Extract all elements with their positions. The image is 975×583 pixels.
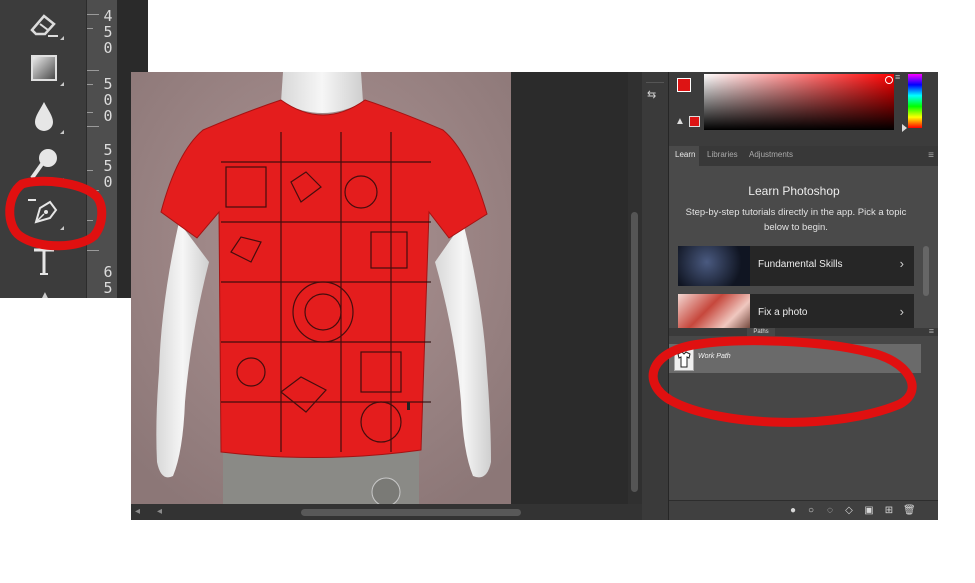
ruler-label: 0 bbox=[103, 91, 113, 109]
chevron-right-icon: › bbox=[899, 304, 904, 319]
more-tools-indicator: ▲ bbox=[40, 290, 50, 298]
paths-panel: Paths ≡ Work Path ● ○ ◌ ◇ ▣ ⊞ 🗑 bbox=[669, 326, 938, 520]
panel-menu-icon[interactable]: ≡ bbox=[929, 326, 934, 336]
tab-libraries[interactable]: Libraries bbox=[707, 150, 738, 159]
load-as-selection-icon[interactable]: ◌ bbox=[824, 505, 836, 517]
eraser-tool-button[interactable] bbox=[18, 2, 70, 46]
tab-adjustments[interactable]: Adjustments bbox=[749, 150, 793, 159]
paths-footer: ● ○ ◌ ◇ ▣ ⊞ 🗑 bbox=[669, 500, 938, 520]
make-path-icon[interactable]: ◇ bbox=[843, 505, 855, 517]
gamut-color-chip[interactable] bbox=[689, 116, 700, 127]
add-mask-icon[interactable]: ▣ bbox=[863, 505, 875, 517]
stroke-path-icon[interactable]: ○ bbox=[805, 505, 817, 517]
vertical-scrollbar[interactable] bbox=[628, 72, 642, 504]
scroll-thumb[interactable] bbox=[301, 509, 521, 516]
learn-title: Learn Photoshop bbox=[748, 184, 840, 198]
path-row-work-path[interactable]: Work Path bbox=[669, 344, 921, 373]
ruler-label: 4 bbox=[103, 7, 113, 25]
chevron-right-icon: › bbox=[899, 256, 904, 271]
tools-panel: ▲ 4 5 0 5 0 0 5 5 0 6 5 bbox=[0, 0, 148, 298]
vertical-ruler: 4 5 0 5 0 0 5 5 0 6 5 bbox=[86, 0, 118, 298]
tutorial-card-label: Fundamental Skills bbox=[758, 259, 843, 270]
ruler-label: 5 bbox=[103, 23, 113, 41]
ruler-label: 5 bbox=[103, 75, 113, 93]
panel-menu-icon[interactable]: ≡ bbox=[928, 150, 934, 161]
gradient-tool-button[interactable] bbox=[18, 48, 70, 92]
tutorial-thumbnail bbox=[678, 246, 750, 286]
type-tool-button[interactable] bbox=[18, 240, 70, 284]
path-name: Work Path bbox=[698, 353, 731, 360]
ruler-label: 0 bbox=[103, 39, 113, 57]
type-icon bbox=[34, 248, 54, 275]
path-thumbnail bbox=[674, 348, 694, 371]
learn-panel-tabs: Learn Libraries Adjustments ≡ bbox=[669, 146, 938, 166]
color-picker-cursor[interactable] bbox=[885, 76, 893, 84]
ruler-label: 6 bbox=[103, 263, 113, 281]
learn-description: Step-by-step tutorials directly in the a… bbox=[685, 207, 907, 233]
ruler-label: 0 bbox=[103, 107, 113, 125]
hue-slider[interactable] bbox=[908, 74, 922, 128]
mannequin-image bbox=[131, 72, 511, 504]
tutorial-card-fundamental-skills[interactable]: Fundamental Skills › bbox=[678, 246, 914, 286]
scroll-left-icon[interactable]: ◂ bbox=[157, 506, 162, 517]
ruler-label: 5 bbox=[103, 157, 113, 175]
collapsed-panel-icons: ⇆ bbox=[642, 72, 669, 520]
learn-scrollbar[interactable] bbox=[923, 246, 929, 296]
tutorial-card-label: Fix a photo bbox=[758, 307, 808, 318]
ruler-label: 5 bbox=[103, 141, 113, 159]
color-field[interactable] bbox=[704, 74, 894, 130]
tab-paths[interactable]: Paths bbox=[747, 328, 775, 336]
tab-learn[interactable]: Learn bbox=[675, 150, 695, 159]
right-panel-dock: ⇆ ▲ ≡ Learn Libraries Adjustments ≡ Lear… bbox=[642, 72, 938, 520]
paths-tab-bar: Paths ≡ bbox=[669, 326, 938, 336]
color-panel: ▲ ≡ bbox=[669, 72, 938, 146]
hue-slider-handle[interactable] bbox=[902, 124, 907, 132]
scroll-thumb[interactable] bbox=[631, 212, 638, 492]
new-path-icon[interactable]: ⊞ bbox=[883, 505, 895, 517]
fill-path-icon[interactable]: ● bbox=[787, 505, 799, 517]
blur-tool-button[interactable] bbox=[18, 96, 70, 140]
gamut-warning-icon[interactable]: ▲ bbox=[675, 116, 685, 127]
tshirt-photo[interactable] bbox=[131, 72, 511, 504]
document-canvas[interactable]: ◂ ◂ bbox=[131, 72, 642, 520]
ruler-label: 0 bbox=[103, 173, 113, 191]
delete-path-icon[interactable]: 🗑 bbox=[903, 505, 916, 517]
panel-menu-icon[interactable]: ≡ bbox=[895, 72, 900, 82]
foreground-color-swatch[interactable] bbox=[677, 78, 691, 92]
horizontal-scrollbar[interactable]: ◂ ◂ bbox=[131, 504, 642, 520]
scroll-left-icon[interactable]: ◂ bbox=[135, 506, 140, 517]
history-icon[interactable]: ⇆ bbox=[647, 88, 663, 102]
pen-tool-button[interactable] bbox=[18, 192, 70, 236]
dodge-tool-button[interactable] bbox=[18, 144, 70, 188]
ruler-label: 5 bbox=[103, 279, 113, 297]
